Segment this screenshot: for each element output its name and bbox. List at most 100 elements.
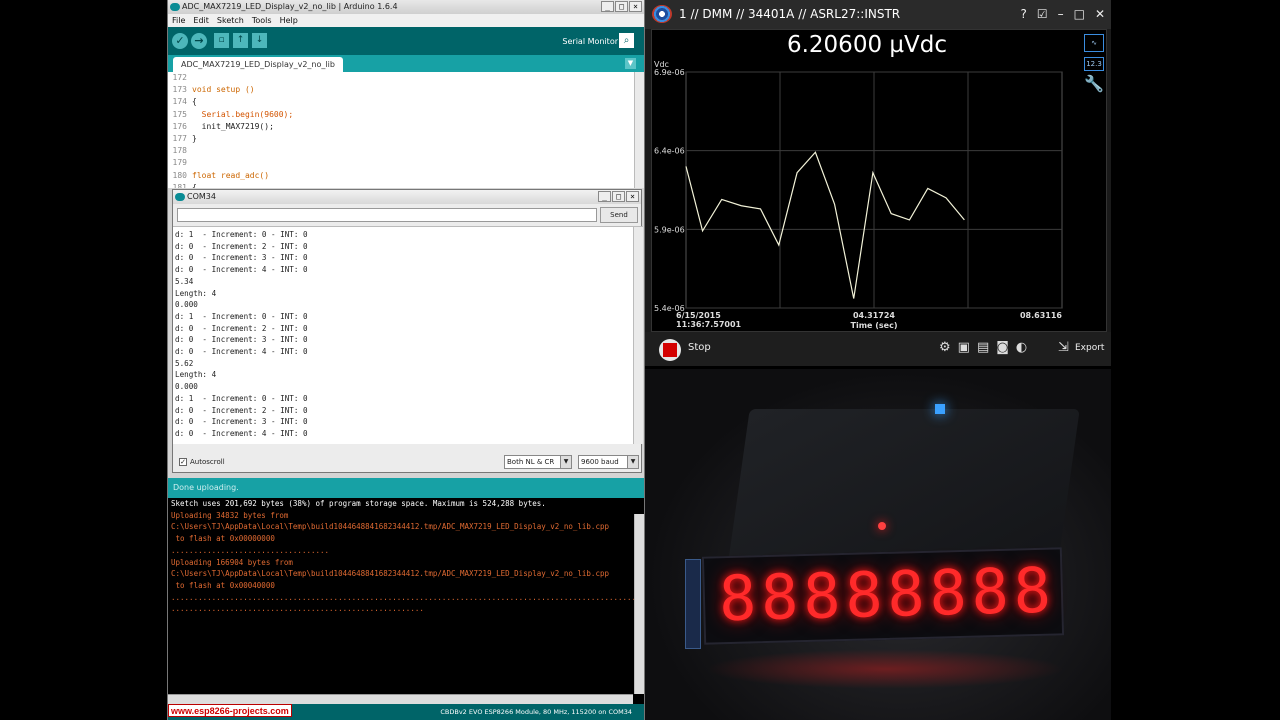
help-icon[interactable]: ? xyxy=(1020,0,1026,29)
eye-logo-icon xyxy=(652,5,672,23)
dmm-reading: 6.20600 µVdc xyxy=(786,32,948,58)
com-maximize-button[interactable]: □ xyxy=(612,191,625,202)
console-line: ........................................… xyxy=(171,604,424,614)
menu-file[interactable]: File xyxy=(172,14,185,27)
website-watermark: www.esp8266-projects.com xyxy=(168,704,292,717)
arduino-logo-icon xyxy=(170,3,180,11)
arduino-title-bar[interactable]: ADC_MAX7219_LED_Display_v2_no_lib | Ardu… xyxy=(168,0,644,14)
com-close-button[interactable]: × xyxy=(626,191,639,202)
open-sketch-icon[interactable]: ↑ xyxy=(233,33,248,48)
menu-tools[interactable]: Tools xyxy=(252,14,272,27)
maximize-icon[interactable]: □ xyxy=(1074,0,1085,29)
led-digit: 8 xyxy=(844,558,884,632)
y-tick-label: 6.9e-06 xyxy=(654,68,685,77)
power-led xyxy=(878,522,886,530)
menu-help[interactable]: Help xyxy=(280,14,298,27)
dmm-window: 1 // DMM // 34401A // ASRL27::INSTR ? ☑ … xyxy=(645,0,1111,366)
output-console: Sketch uses 201,692 bytes (38%) of progr… xyxy=(168,498,644,704)
serial-monitor-icon[interactable]: ⌕ xyxy=(619,33,634,48)
menu-bar: File Edit Sketch Tools Help xyxy=(168,14,644,27)
console-line: C:\Users\TJ\AppData\Local\Temp\build1044… xyxy=(171,522,609,532)
black-margin xyxy=(1111,0,1280,720)
line-number: 175 xyxy=(172,109,187,119)
stop-label: Stop xyxy=(688,342,711,353)
com-title-bar[interactable]: COM34 _ □ × xyxy=(173,190,641,204)
editor-scrollbar[interactable] xyxy=(634,72,644,188)
save-sketch-icon[interactable]: ↓ xyxy=(252,33,267,48)
maximize-button[interactable]: □ xyxy=(615,1,628,12)
code-line: 176 init_MAX7219(); xyxy=(168,121,644,133)
code-line: 172 xyxy=(168,72,644,84)
pin-header xyxy=(685,559,701,649)
minimize-button[interactable]: _ xyxy=(601,1,614,12)
console-line: Sketch uses 201,692 bytes (38%) of progr… xyxy=(171,499,546,508)
minimize-icon[interactable]: – xyxy=(1058,0,1064,29)
upload-status: Done uploading. xyxy=(168,478,644,498)
serial-output: d: 1 - Increment: 0 - INT: 0 d: 0 - Incre… xyxy=(173,226,643,444)
code-editor[interactable]: 172 173 void setup () 174 {175 Serial.begin(… xyxy=(168,72,644,188)
menu-edit[interactable]: Edit xyxy=(193,14,209,27)
serial-monitor-label: Serial Monitor xyxy=(562,37,618,46)
baud-rate-select[interactable]: 9600 baud ▼ xyxy=(578,455,639,469)
counter-icon[interactable]: ◐ xyxy=(1016,340,1027,355)
console-line: to flash at 0x00040000 xyxy=(171,580,275,590)
hardware-photo: 88888888 xyxy=(645,369,1111,720)
export-button[interactable]: Export xyxy=(1075,343,1104,353)
wrench-icon[interactable]: 🔧 xyxy=(1084,76,1104,94)
close-button[interactable]: × xyxy=(629,1,642,12)
capture-icon[interactable]: ◙ xyxy=(996,340,1009,355)
checkbox-icon[interactable]: ☑ xyxy=(1037,0,1048,29)
code-line: 181 { xyxy=(168,182,644,188)
led-digit: 8 xyxy=(1012,553,1052,628)
console-line: ................................... xyxy=(171,545,330,555)
new-sketch-icon[interactable]: ▫ xyxy=(214,33,229,48)
y-tick-label: 6.4e-06 xyxy=(654,147,685,156)
stop-icon xyxy=(663,343,677,357)
x-tick-label: 04.31724 xyxy=(853,311,895,320)
led-digit: 8 xyxy=(970,554,1010,629)
close-icon[interactable]: ✕ xyxy=(1095,0,1105,29)
gear-icon[interactable]: ⚙ xyxy=(939,340,951,355)
y-axis-label: Vdc xyxy=(654,60,669,69)
serial-line: d: 1 - Increment: 0 - INT: 0 xyxy=(175,393,308,403)
dmm-title-bar[interactable]: 1 // DMM // 34401A // ASRL27::INSTR ? ☑ … xyxy=(645,0,1111,29)
serial-monitor-window: COM34 _ □ × Send d: 1 - Increment: 0 - I… xyxy=(172,189,643,473)
tab-menu-icon[interactable]: ▼ xyxy=(625,58,636,69)
line-ending-select[interactable]: Both NL & CR ▼ xyxy=(504,455,572,469)
tab-sketch[interactable]: ADC_MAX7219_LED_Display_v2_no_lib xyxy=(173,57,343,72)
baud-rate-value: 9600 baud xyxy=(581,458,619,466)
arduino-window-title: ADC_MAX7219_LED_Display_v2_no_lib | Ardu… xyxy=(182,2,398,11)
serial-send-input[interactable] xyxy=(177,208,597,222)
com-minimize-button[interactable]: _ xyxy=(598,191,611,202)
code-text: { xyxy=(192,182,197,188)
code-line: 179 xyxy=(168,157,644,169)
serial-line: d: 1 - Increment: 0 - INT: 0 xyxy=(175,230,308,239)
com-window-title: COM34 xyxy=(187,192,216,201)
serial-line: 0.000 xyxy=(175,300,198,310)
console-horizontal-scrollbar[interactable] xyxy=(168,694,633,704)
folder-icon[interactable]: ▤ xyxy=(977,340,989,355)
serial-line: 0.000 xyxy=(175,382,198,392)
stop-button[interactable] xyxy=(659,339,681,361)
serial-line: 5.34 xyxy=(175,276,194,286)
measurement-panel: 6.20600 µVdc ∿ 12.3 🔧 6.9e-06 6.4e-06 5.9e… xyxy=(651,29,1107,332)
led-digit: 8 xyxy=(760,560,800,635)
serial-line: d: 0 - Increment: 3 - INT: 0 xyxy=(175,253,308,263)
save-icon[interactable]: ▣ xyxy=(958,340,970,355)
upload-icon[interactable]: → xyxy=(191,33,207,49)
verify-icon[interactable]: ✓ xyxy=(172,33,188,49)
console-scrollbar[interactable] xyxy=(634,514,644,694)
led-digit: 8 xyxy=(718,561,758,636)
autoscroll-checkbox[interactable]: ✓ xyxy=(179,458,187,466)
x-tick-label: 6/15/2015 xyxy=(676,311,721,320)
code-line: 178 xyxy=(168,145,644,157)
export-icon[interactable]: ⇲ xyxy=(1058,340,1069,355)
menu-sketch[interactable]: Sketch xyxy=(217,14,244,27)
line-number: 181 xyxy=(172,182,187,188)
send-button[interactable]: Send xyxy=(600,207,638,223)
waveform-view-icon[interactable]: ∿ xyxy=(1084,34,1104,52)
serial-output-scrollbar[interactable] xyxy=(633,227,643,444)
screen: ADC_MAX7219_LED_Display_v2_no_lib | Ardu… xyxy=(0,0,1280,720)
numeric-view-icon[interactable]: 12.3 xyxy=(1084,57,1104,71)
code-text: void setup () xyxy=(192,85,255,95)
